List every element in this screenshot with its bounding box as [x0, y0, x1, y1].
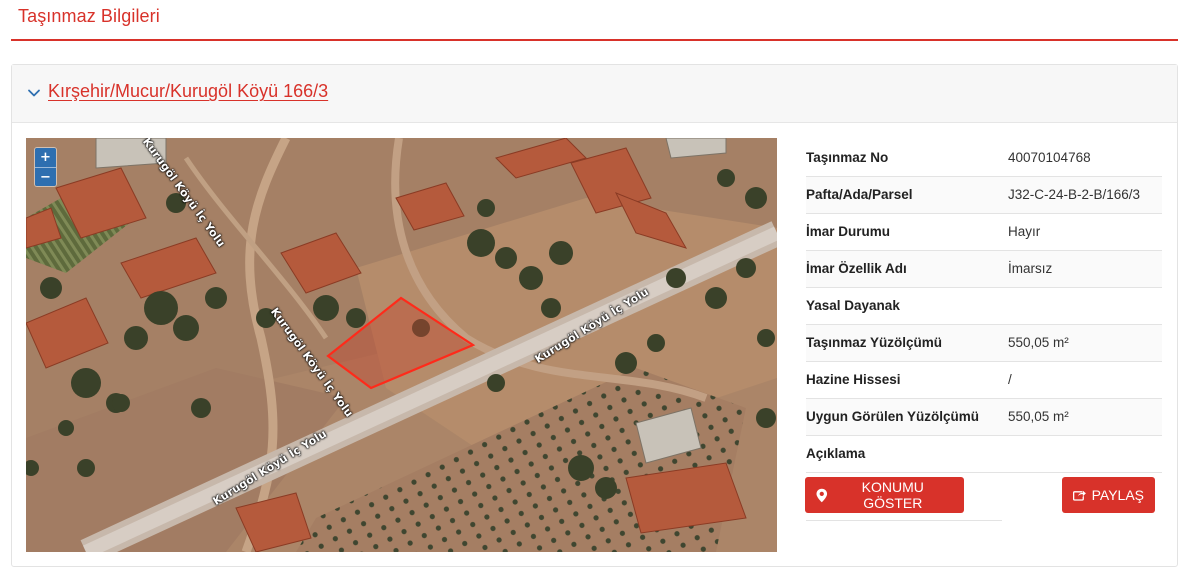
- satellite-imagery: [26, 138, 777, 552]
- details-label: Uygun Görülen Yüzölçümü: [806, 398, 1008, 436]
- parcel-heading-link[interactable]: Kırşehir/Mucur/Kurugöl Köyü 166/3: [48, 81, 328, 102]
- details-value: /: [1008, 361, 1162, 399]
- share-icon: [1073, 489, 1087, 501]
- details-row: Açıklama: [806, 435, 1162, 473]
- show-location-button[interactable]: KONUMU GÖSTER: [805, 477, 964, 513]
- chevron-down-icon[interactable]: [27, 86, 41, 100]
- details-row: Taşınmaz Yüzölçümü 550,05 m²: [806, 324, 1162, 362]
- parcel-card: Kırşehir/Mucur/Kurugöl Köyü 166/3 + − Ku…: [11, 64, 1178, 567]
- details-value: 550,05 m²: [1008, 398, 1162, 436]
- details-label: Yasal Dayanak: [806, 287, 1008, 325]
- details-label: İmar Durumu: [806, 213, 1008, 251]
- details-label: Açıklama: [806, 435, 1008, 473]
- details-value: Hayır: [1008, 213, 1162, 251]
- details-value: [1008, 287, 1162, 325]
- details-row: İmar Durumu Hayır: [806, 213, 1162, 251]
- zoom-out-button[interactable]: −: [35, 167, 56, 186]
- details-label: İmar Özellik Adı: [806, 250, 1008, 288]
- details-row: Pafta/Ada/Parsel J32-C-24-B-2-B/166/3: [806, 176, 1162, 214]
- page-title: Taşınmaz Bilgileri: [18, 6, 160, 26]
- parcel-details: Taşınmaz No 40070104768 Pafta/Ada/Parsel J3…: [806, 139, 1162, 473]
- share-label: PAYLAŞ: [1091, 487, 1144, 503]
- page-header: Taşınmaz Bilgileri: [11, 0, 1178, 41]
- map-marker-icon: [816, 488, 828, 502]
- map-zoom-controls: + −: [35, 148, 56, 186]
- details-value: 40070104768: [1008, 139, 1162, 177]
- divider: [806, 520, 1002, 521]
- details-row: İmar Özellik Adı İmarsız: [806, 250, 1162, 288]
- details-label: Taşınmaz Yüzölçümü: [806, 324, 1008, 362]
- details-value: [1008, 435, 1162, 473]
- details-row: Yasal Dayanak: [806, 287, 1162, 325]
- share-button[interactable]: PAYLAŞ: [1062, 477, 1155, 513]
- parcel-details-table: Taşınmaz No 40070104768 Pafta/Ada/Parsel J3…: [806, 139, 1162, 473]
- zoom-in-button[interactable]: +: [35, 148, 56, 167]
- parcel-card-header[interactable]: Kırşehir/Mucur/Kurugöl Köyü 166/3: [12, 65, 1177, 123]
- details-value: J32-C-24-B-2-B/166/3: [1008, 176, 1162, 214]
- satellite-map[interactable]: + − Kurugöl Köyü İç Yolu Kurugöl Köyü İç…: [26, 138, 777, 552]
- details-label: Pafta/Ada/Parsel: [806, 176, 1008, 214]
- show-location-label: KONUMU GÖSTER: [861, 479, 924, 511]
- details-value: İmarsız: [1008, 250, 1162, 288]
- details-value: 550,05 m²: [1008, 324, 1162, 362]
- details-row: Taşınmaz No 40070104768: [806, 139, 1162, 177]
- details-label: Hazine Hissesi: [806, 361, 1008, 399]
- details-label: Taşınmaz No: [806, 139, 1008, 177]
- details-row: Hazine Hissesi /: [806, 361, 1162, 399]
- details-row: Uygun Görülen Yüzölçümü 550,05 m²: [806, 398, 1162, 436]
